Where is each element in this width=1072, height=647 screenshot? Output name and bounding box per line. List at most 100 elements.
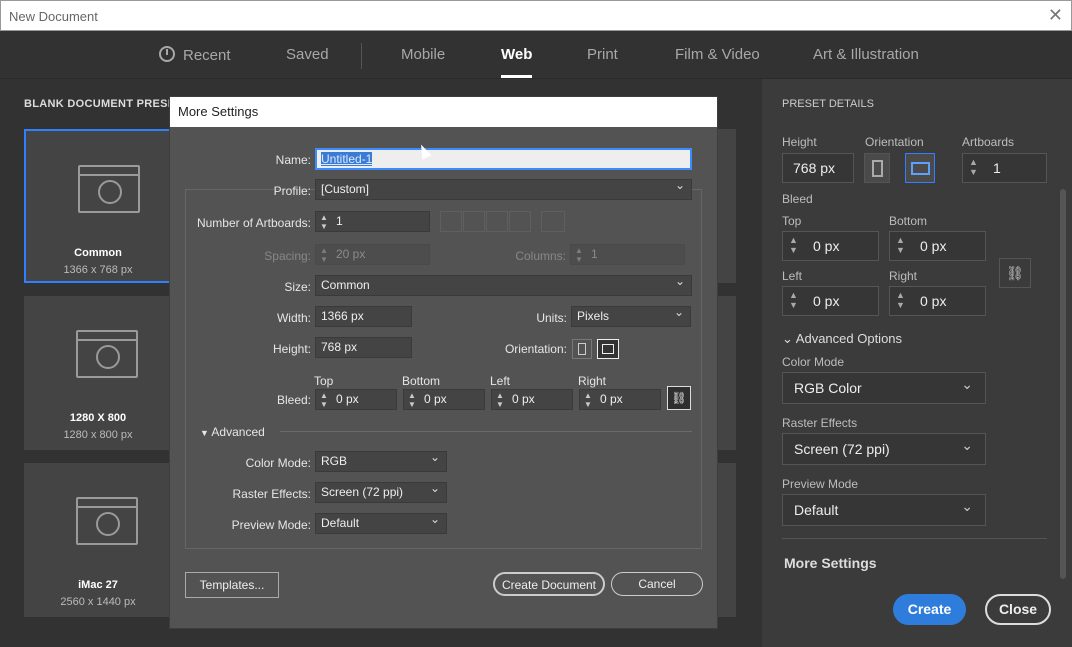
units-select[interactable]: Pixels xyxy=(571,303,691,327)
preset-name: Common xyxy=(74,247,122,259)
bleed-right-field[interactable]: ▲ ▼ 0 px xyxy=(579,389,661,410)
portrait-orientation-button[interactable] xyxy=(572,339,592,359)
artboards-field[interactable]: ▲ ▼ 1 xyxy=(962,153,1047,183)
templates-button[interactable]: Templates... xyxy=(185,572,279,598)
preview-mode-select[interactable]: Default xyxy=(315,510,447,534)
preset-card-partial[interactable] xyxy=(716,463,736,617)
preset-card-1280x800[interactable]: 1280 X 800 1280 x 800 px xyxy=(24,296,172,450)
tab-recent[interactable]: Recent xyxy=(159,46,231,78)
preset-details-panel: PRESET DETAILS Height 768 px Orientation… xyxy=(762,79,1072,647)
color-mode-select[interactable]: RGB Color xyxy=(782,369,986,404)
bleed-top-label: Top xyxy=(782,214,802,228)
preset-card-partial[interactable] xyxy=(716,129,736,283)
layout-direction-icon[interactable] xyxy=(541,211,565,232)
advanced-options-toggle[interactable]: ⌄ Advanced Options xyxy=(782,331,902,347)
color-mode-select[interactable]: RGB xyxy=(315,448,447,472)
raster-effects-label: Raster Effects xyxy=(782,416,858,430)
cancel-button[interactable]: Cancel xyxy=(611,572,703,596)
tab-saved[interactable]: Saved xyxy=(286,46,329,78)
bleed-bottom-label: Bottom xyxy=(402,374,441,388)
web-document-icon xyxy=(78,165,140,213)
tab-art-illustration[interactable]: Art & Illustration xyxy=(813,46,919,78)
bleed-right-field[interactable]: ▲ ▼ 0 px xyxy=(889,286,986,316)
artboards-count-field[interactable]: ▲ ▼ 1 xyxy=(315,211,430,232)
stepper-icon[interactable]: ▲ ▼ xyxy=(584,391,592,409)
landscape-icon xyxy=(911,162,930,175)
preset-card-imac27[interactable]: iMac 27 2560 x 1440 px xyxy=(24,463,172,617)
create-button[interactable]: Create xyxy=(893,594,966,625)
bleed-left-field[interactable]: ▲ ▼ 0 px xyxy=(491,389,573,410)
tab-print[interactable]: Print xyxy=(587,46,618,78)
tab-film-video[interactable]: Film & Video xyxy=(675,46,760,78)
width-label: Width: xyxy=(276,311,311,325)
arrange-by-row-icon[interactable] xyxy=(486,211,508,232)
link-icon[interactable]: ⛓ xyxy=(667,386,691,410)
preset-size: 1280 x 800 px xyxy=(63,429,133,441)
height-field[interactable]: 768 px xyxy=(315,337,412,358)
orientation-label: Orientation: xyxy=(504,342,567,356)
stepper-icon[interactable]: ▲ ▼ xyxy=(896,235,905,255)
raster-effects-select[interactable]: Screen (72 ppi) xyxy=(782,430,986,465)
details-header: PRESET DETAILS xyxy=(782,98,874,110)
raster-effects-select[interactable]: Screen (72 ppi) xyxy=(315,479,447,503)
arrange-by-column-icon[interactable] xyxy=(509,211,531,232)
stepper-icon[interactable]: ▲ ▼ xyxy=(575,246,583,264)
close-button[interactable]: Close xyxy=(985,594,1051,625)
landscape-orientation-button[interactable] xyxy=(597,339,619,359)
close-icon[interactable]: ✕ xyxy=(1048,5,1063,25)
spacing-label: Spacing: xyxy=(264,249,311,263)
link-icon[interactable]: ⛓ xyxy=(999,258,1031,288)
bleed-bottom-field[interactable]: ▲ ▼ 0 px xyxy=(403,389,485,410)
bleed-bottom-field[interactable]: ▲ ▼ 0 px xyxy=(889,231,986,261)
preset-card-partial[interactable] xyxy=(716,296,736,450)
category-tabs: Recent Saved Mobile Web Print Film & Vid… xyxy=(0,31,1072,79)
width-field[interactable]: 1366 px xyxy=(315,306,412,327)
size-label: Size: xyxy=(284,280,311,294)
stepper-icon[interactable]: ▲ ▼ xyxy=(789,235,798,255)
bleed-top-field[interactable]: ▲ ▼ 0 px xyxy=(315,389,397,410)
stepper-icon[interactable]: ▲ ▼ xyxy=(320,246,328,264)
clock-icon xyxy=(159,46,175,62)
stepper-icon[interactable]: ▲ ▼ xyxy=(969,157,978,177)
tab-divider xyxy=(361,43,362,69)
window-titlebar: New Document ✕ xyxy=(0,0,1072,31)
stepper-icon[interactable]: ▲ ▼ xyxy=(320,213,328,231)
create-document-button[interactable]: Create Document xyxy=(493,572,605,596)
web-document-icon xyxy=(76,497,138,545)
divider xyxy=(280,431,692,432)
profile-select[interactable]: [Custom] xyxy=(315,176,692,200)
columns-field[interactable]: ▲ ▼ 1 xyxy=(570,244,685,265)
bleed-top-field[interactable]: ▲ ▼ 0 px xyxy=(782,231,879,261)
artboards-label: Artboards xyxy=(962,135,1015,149)
advanced-toggle[interactable]: ▼ Advanced xyxy=(200,425,265,439)
stepper-icon[interactable]: ▲ ▼ xyxy=(896,290,905,310)
bleed-label: Bleed xyxy=(782,192,813,206)
profile-label: Profile: xyxy=(273,184,311,198)
more-settings-link[interactable]: More Settings xyxy=(784,555,877,571)
preset-name: iMac 27 xyxy=(78,579,118,591)
size-select[interactable]: Common xyxy=(315,272,692,296)
grid-by-row-icon[interactable] xyxy=(440,211,462,232)
preset-size: 1366 x 768 px xyxy=(63,264,133,276)
web-document-icon xyxy=(76,330,138,378)
tab-mobile[interactable]: Mobile xyxy=(401,46,445,78)
height-field[interactable]: 768 px xyxy=(782,153,854,183)
preview-mode-label: Preview Mode xyxy=(782,477,859,491)
bleed-left-field[interactable]: ▲ ▼ 0 px xyxy=(782,286,879,316)
grid-by-column-icon[interactable] xyxy=(463,211,485,232)
preset-card-common[interactable]: Common 1366 x 768 px xyxy=(24,129,172,283)
name-field[interactable]: Untitled-1 xyxy=(315,148,692,170)
units-label: Units: xyxy=(536,311,567,325)
dialog-title: More Settings xyxy=(170,97,717,127)
preview-mode-select[interactable]: Default xyxy=(782,491,986,526)
scrollbar[interactable] xyxy=(1060,189,1066,579)
spacing-field[interactable]: ▲ ▼ 20 px xyxy=(315,244,430,265)
tab-web[interactable]: Web xyxy=(501,46,533,78)
landscape-orientation-button[interactable] xyxy=(905,153,935,183)
stepper-icon[interactable]: ▲ ▼ xyxy=(320,391,328,409)
presets-header: BLANK DOCUMENT PRESETS xyxy=(24,98,191,110)
stepper-icon[interactable]: ▲ ▼ xyxy=(496,391,504,409)
stepper-icon[interactable]: ▲ ▼ xyxy=(789,290,798,310)
stepper-icon[interactable]: ▲ ▼ xyxy=(408,391,416,409)
portrait-orientation-button[interactable] xyxy=(864,153,890,183)
